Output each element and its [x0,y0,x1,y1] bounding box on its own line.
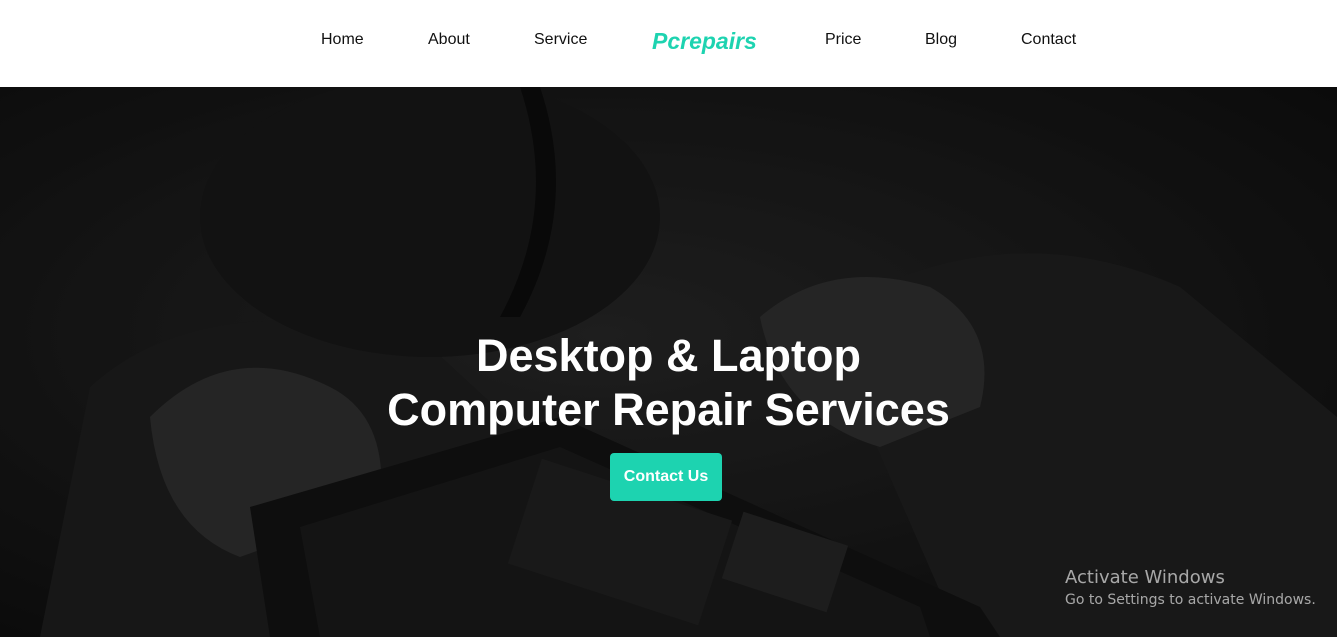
watermark-subtitle: Go to Settings to activate Windows. [1065,592,1316,608]
activate-windows-watermark: Activate Windows Go to Settings to activ… [1065,567,1316,610]
nav-link-price[interactable]: Price [825,30,861,50]
hero-title: Desktop & Laptop Computer Repair Service… [0,329,1337,437]
nav-link-service[interactable]: Service [534,30,587,50]
nav-link-blog[interactable]: Blog [925,30,957,50]
nav-link-contact[interactable]: Contact [1021,30,1076,50]
nav-link-about[interactable]: About [428,30,470,50]
hero-title-line-1: Desktop & Laptop [475,330,861,381]
hero-section: Desktop & Laptop Computer Repair Service… [0,87,1337,637]
contact-us-button[interactable]: Contact Us [610,453,722,501]
top-navbar: Home About Service Pcrepairs Price Blog … [0,0,1337,87]
watermark-title: Activate Windows [1065,567,1225,588]
nav-link-home[interactable]: Home [321,30,364,50]
brand-logo[interactable]: Pcrepairs [652,28,757,54]
hero-title-line-2: Computer Repair Services [387,384,950,435]
